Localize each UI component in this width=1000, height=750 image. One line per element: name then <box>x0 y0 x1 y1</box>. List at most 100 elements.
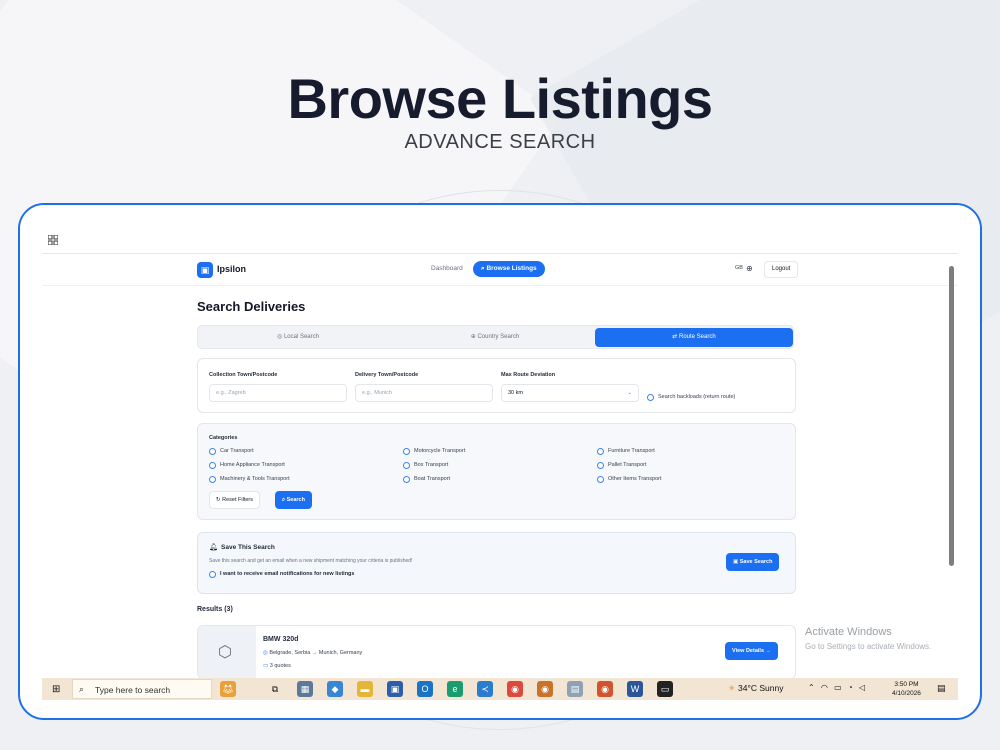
category-checkbox[interactable] <box>403 448 410 455</box>
category-checkbox[interactable] <box>597 462 604 469</box>
view-details-button[interactable]: View Details → <box>725 642 779 660</box>
bell-icon: 🔔︎ <box>209 544 218 551</box>
delivery-label: Delivery Town/Postcode <box>355 372 419 378</box>
fox-icon[interactable]: 🦊︎ <box>220 681 236 697</box>
pin-icon: ◎ <box>277 334 284 340</box>
taskbar-search[interactable]: ⌕ Type here to search <box>72 679 212 699</box>
category-checkbox[interactable] <box>209 476 216 483</box>
category-checkbox[interactable] <box>403 476 410 483</box>
windows-taskbar: ⊞ ⌕ Type here to search 🦊︎ ⧉ ▦ ◆ ▬ ▣ O e… <box>42 678 958 700</box>
clock[interactable]: 3:50 PM 4/10/2026 <box>892 680 921 698</box>
vscode-icon[interactable]: ≺ <box>477 681 493 697</box>
category-checkbox[interactable] <box>209 448 216 455</box>
route-fields-card: Collection Town/Postcode e.g., Zagreb De… <box>197 358 796 413</box>
grid-icon[interactable] <box>48 235 58 245</box>
save-description: Save this search and get an email when a… <box>209 558 413 564</box>
categories-title: Categories <box>209 435 238 441</box>
deviation-label: Max Route Deviation <box>501 372 556 378</box>
backloads-checkbox[interactable] <box>647 394 654 401</box>
calculator-icon[interactable]: ▦ <box>297 681 313 697</box>
tab-country-search[interactable]: ⊕ Country Search <box>397 328 593 347</box>
device-frame: ▣ Ipsilon Dashboard ⌕ Browse Listings GB… <box>18 203 982 720</box>
app-screen: ▣ Ipsilon Dashboard ⌕ Browse Listings GB… <box>42 253 958 678</box>
chrome-profile-icon[interactable]: ◉ <box>537 681 553 697</box>
collection-input[interactable]: e.g., Zagreb <box>209 384 347 402</box>
truck-logo-icon: ▣ <box>197 262 213 278</box>
category-label: Pallet Transport <box>608 462 647 468</box>
category-label: Boat Transport <box>414 476 451 482</box>
route-icon: ⇄ <box>672 334 679 340</box>
result-to: Munich, Germany <box>318 650 363 656</box>
search-icon: ⌕ <box>79 684 85 694</box>
clock-date: 4/10/2026 <box>892 690 921 697</box>
tab-label: Route Search <box>679 334 716 340</box>
category-checkbox[interactable] <box>597 476 604 483</box>
search-tabs: ◎ Local Search ⊕ Country Search ⇄ Route … <box>197 325 794 349</box>
category-checkbox[interactable] <box>597 448 604 455</box>
delivery-input[interactable]: e.g., Munich <box>355 384 493 402</box>
deviation-select[interactable]: 30 km ⌄ <box>501 384 639 402</box>
clock-time: 3:50 PM <box>894 681 919 688</box>
app-logo[interactable]: Ipsilon <box>217 264 246 274</box>
save-search-label: Save Search <box>739 559 773 565</box>
activate-windows-watermark: Activate Windows <box>805 626 892 638</box>
category-label: Box Transport <box>414 462 449 468</box>
tab-label: Country Search <box>477 334 520 340</box>
windows-start-icon[interactable]: ⊞ <box>52 684 60 695</box>
weather-text: 34°C Sunny <box>737 683 784 693</box>
search-label: Search <box>286 497 305 503</box>
nav-browse-label: Browse Listings <box>486 265 537 272</box>
email-notify-checkbox[interactable] <box>209 571 216 578</box>
chevron-down-icon: ⌄ <box>627 390 632 396</box>
copilot-icon[interactable]: ◆ <box>327 681 343 697</box>
tab-local-search[interactable]: ◎ Local Search <box>200 328 396 347</box>
nav-browse-listings[interactable]: ⌕ Browse Listings <box>473 261 545 277</box>
word-icon[interactable]: W <box>627 681 643 697</box>
arrow-right-icon: → <box>764 648 772 654</box>
reset-label: Reset Filters <box>222 497 254 503</box>
reset-filters-button[interactable]: ↻ Reset Filters <box>209 491 261 509</box>
result-from: Belgrade, Serbia <box>269 650 311 656</box>
collection-label: Collection Town/Postcode <box>209 372 278 378</box>
search-button[interactable]: ⌕ Search <box>275 491 312 509</box>
category-checkbox[interactable] <box>403 462 410 469</box>
language-code[interactable]: GB <box>735 265 743 271</box>
hero-title: Browse Listings <box>287 67 713 130</box>
outlook-icon[interactable]: O <box>417 681 433 697</box>
result-route: ◎ Belgrade, Serbia → Munich, Germany <box>263 650 362 656</box>
arrow-right-icon: → <box>311 650 319 656</box>
weather-widget[interactable]: ☀ 34°C Sunny <box>728 683 783 694</box>
result-card[interactable]: ⬡ BMW 320d ◎ Belgrade, Serbia → Munich, … <box>197 625 796 678</box>
results-count: Results (3) <box>197 606 233 613</box>
chrome-canary-icon[interactable]: ◉ <box>597 681 613 697</box>
system-tray[interactable]: ⌃ ◠ ▭ ◔ ◁ <box>808 683 867 692</box>
folder-icon[interactable]: ▬ <box>357 681 373 697</box>
category-label: Other Items Transport <box>608 476 662 482</box>
backloads-label: Search backloads (return route) <box>658 394 736 400</box>
globe-icon[interactable]: ⊕ <box>746 264 753 273</box>
scrollbar-thumb[interactable] <box>949 266 954 566</box>
app-icon[interactable]: ▤ <box>567 681 583 697</box>
category-label: Car Transport <box>220 448 254 454</box>
result-quotes: ▭ 3 quotes <box>263 663 291 669</box>
taskbar-search-placeholder: Type here to search <box>95 685 171 695</box>
categories-card: Categories Car Transport Motorcycle Tran… <box>197 423 796 520</box>
category-label: Home Appliance Transport <box>220 462 285 468</box>
hero-subtitle: ADVANCE SEARCH <box>404 131 596 153</box>
result-title: BMW 320d <box>263 636 299 643</box>
logout-button[interactable]: Logout <box>764 261 799 278</box>
category-label: Motorcycle Transport <box>414 448 466 454</box>
chrome-icon[interactable]: ◉ <box>507 681 523 697</box>
store-icon[interactable]: ▣ <box>387 681 403 697</box>
scrollbar[interactable] <box>949 266 954 666</box>
tab-route-search[interactable]: ⇄ Route Search <box>595 328 793 347</box>
page-title: Search Deliveries <box>197 299 306 314</box>
terminal-icon[interactable]: ▭ <box>657 681 673 697</box>
chat-icon: ▭ <box>263 663 270 669</box>
category-checkbox[interactable] <box>209 462 216 469</box>
notification-icon[interactable]: ▤ <box>937 683 946 694</box>
save-search-button[interactable]: ▣ Save Search <box>726 553 780 571</box>
nav-dashboard[interactable]: Dashboard <box>431 265 463 272</box>
edge-icon[interactable]: e <box>447 681 463 697</box>
task-view-icon[interactable]: ⧉ <box>267 681 283 697</box>
